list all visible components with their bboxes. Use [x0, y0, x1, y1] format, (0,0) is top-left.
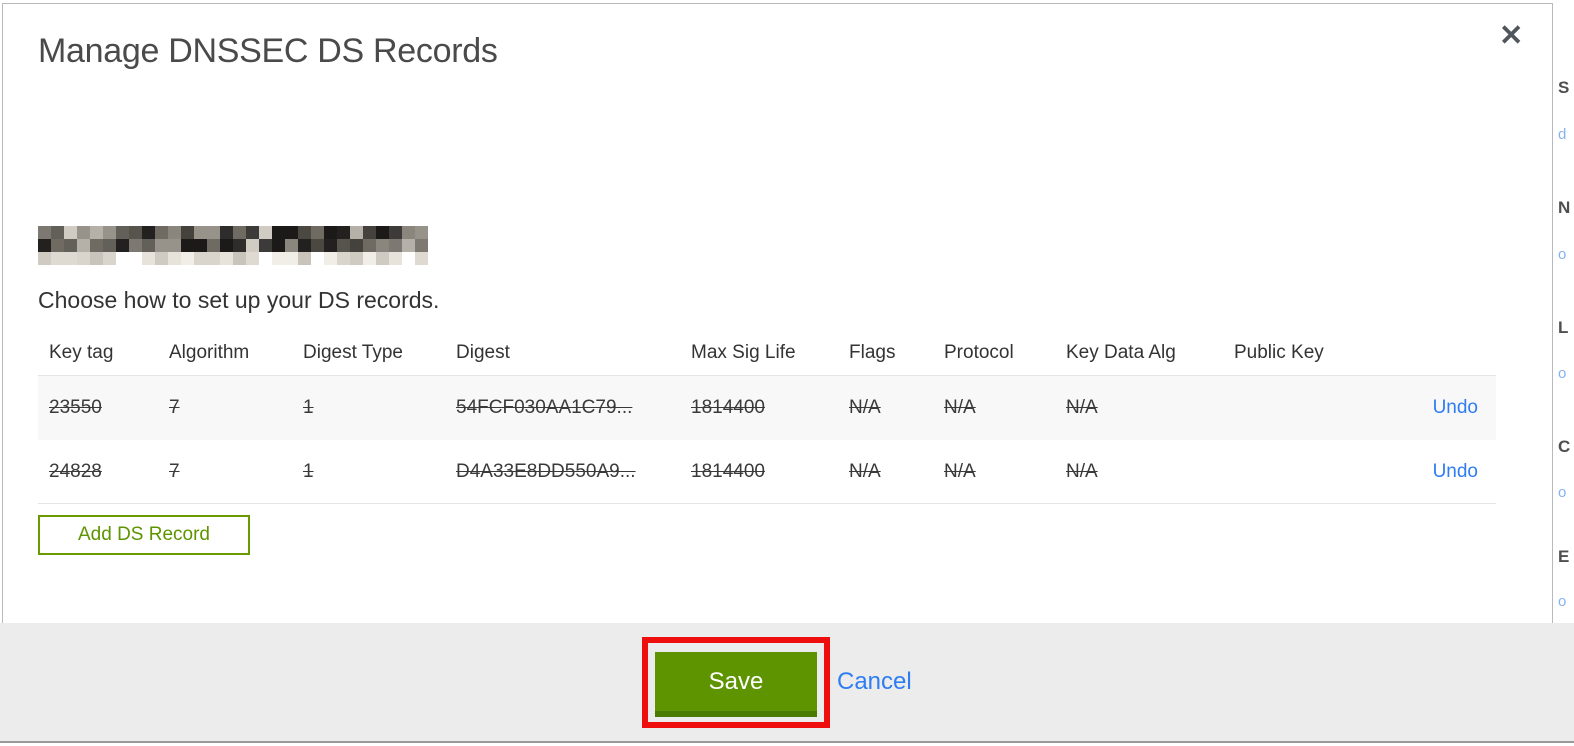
page-title: Manage DNSSEC DS Records	[38, 32, 498, 70]
cell-algorithm: 7	[169, 460, 180, 482]
cell-key-tag: 23550	[49, 397, 102, 418]
header-key-tag: Key tag	[49, 342, 114, 363]
background-peek-text: N	[1558, 198, 1571, 217]
save-button[interactable]: Save	[655, 652, 817, 717]
cancel-link[interactable]: Cancel	[837, 668, 912, 696]
cell-key-data-alg: N/A	[1066, 397, 1098, 418]
cell-digest: 54FCF030AA1C79...	[456, 397, 633, 418]
background-peek-link: o	[1558, 593, 1567, 610]
header-key-data-alg: Key Data Alg	[1066, 342, 1176, 363]
background-peek-link: o	[1558, 484, 1567, 501]
cell-digest: D4A33E8DD550A9...	[456, 460, 636, 482]
cell-key-tag: 24828	[49, 460, 102, 482]
cell-algorithm: 7	[169, 397, 180, 418]
table-row: 23550 7 1 54FCF030AA1C79... 1814400 N/A …	[38, 376, 1496, 440]
background-peek-text: C	[1558, 437, 1571, 456]
ds-records-table: Key tag Algorithm Digest Type Digest Max…	[38, 331, 1496, 504]
cell-protocol: N/A	[944, 460, 976, 482]
header-protocol: Protocol	[944, 342, 1014, 363]
header-digest-type: Digest Type	[303, 342, 403, 363]
background-peek-link: d	[1558, 126, 1567, 143]
cell-flags: N/A	[849, 397, 881, 418]
header-public-key: Public Key	[1234, 342, 1324, 363]
instruction-text: Choose how to set up your DS records.	[38, 287, 440, 313]
header-digest: Digest	[456, 342, 510, 363]
cell-key-data-alg: N/A	[1066, 460, 1098, 482]
background-peek-text: E	[1558, 547, 1570, 566]
background-peek-text: L	[1558, 318, 1569, 337]
cell-protocol: N/A	[944, 397, 976, 418]
manage-dnssec-modal: Manage DNSSEC DS Records ✕ Choose how to…	[2, 3, 1553, 623]
background-peek-text: S	[1558, 78, 1570, 97]
close-icon[interactable]: ✕	[1499, 22, 1523, 51]
save-annotation-red-box: Save	[642, 637, 830, 728]
modal-footer: Save Cancel	[0, 623, 1574, 743]
cell-digest-type: 1	[303, 397, 314, 418]
cell-digest-type: 1	[303, 460, 314, 482]
background-peek-link: o	[1558, 246, 1567, 263]
table-header-row: Key tag Algorithm Digest Type Digest Max…	[38, 331, 1496, 376]
redacted-domain	[38, 226, 428, 265]
undo-link[interactable]: Undo	[1433, 397, 1478, 418]
background-peek-link: o	[1558, 365, 1567, 382]
cell-flags: N/A	[849, 460, 881, 482]
undo-link[interactable]: Undo	[1433, 461, 1478, 482]
table-row: 24828 7 1 D4A33E8DD550A9... 1814400 N/A …	[38, 440, 1496, 504]
cell-max-sig-life: 1814400	[691, 460, 765, 482]
header-algorithm: Algorithm	[169, 342, 250, 363]
header-flags: Flags	[849, 342, 896, 363]
header-max-sig-life: Max Sig Life	[691, 342, 796, 363]
add-ds-record-button[interactable]: Add DS Record	[38, 515, 250, 555]
cell-max-sig-life: 1814400	[691, 397, 765, 418]
